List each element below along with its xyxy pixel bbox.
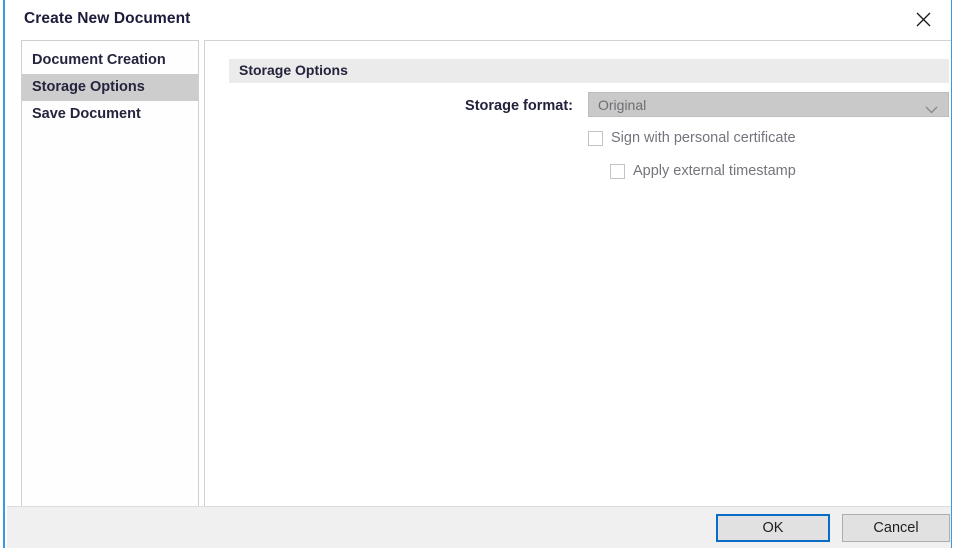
cancel-button[interactable]: Cancel [842,514,950,542]
sidebar-item-label: Save Document [32,106,141,122]
storage-format-select[interactable]: Original [588,92,949,117]
apply-external-timestamp-checkbox-row[interactable]: Apply external timestamp [610,163,796,179]
page-title: Create New Document [24,10,191,27]
sidebar-item-label: Storage Options [32,79,145,95]
content-panel: Storage Options Storage format: Original… [204,40,951,507]
dialog-window-inner: Create New Document Document Creation St… [7,0,951,548]
title-bar: Create New Document [7,0,951,40]
dialog-footer: OK Cancel [7,506,951,548]
close-button[interactable] [901,4,945,34]
section-header-label: Storage Options [239,62,348,78]
dialog-window: Create New Document Document Creation St… [3,0,952,548]
close-icon [916,12,931,27]
sign-with-personal-certificate-checkbox[interactable] [588,130,603,146]
sidebar-item-document-creation[interactable]: Document Creation [22,47,198,74]
apply-external-timestamp-label: Apply external timestamp [633,163,796,179]
sidebar-item-save-document[interactable]: Save Document [22,101,198,128]
sign-with-personal-certificate-label: Sign with personal certificate [611,130,796,146]
chevron-down-icon [925,101,938,119]
storage-format-label: Storage format: [465,98,573,114]
sign-with-personal-certificate-checkbox-row[interactable]: Sign with personal certificate [588,130,796,146]
sidebar-item-label: Document Creation [32,52,166,68]
sidebar: Document Creation Storage Options Save D… [21,40,199,507]
apply-external-timestamp-checkbox[interactable] [610,163,625,179]
ok-button[interactable]: OK [716,514,830,542]
section-header-bar: Storage Options [229,59,949,83]
storage-format-value: Original [598,97,647,113]
sidebar-item-storage-options[interactable]: Storage Options [22,74,198,101]
